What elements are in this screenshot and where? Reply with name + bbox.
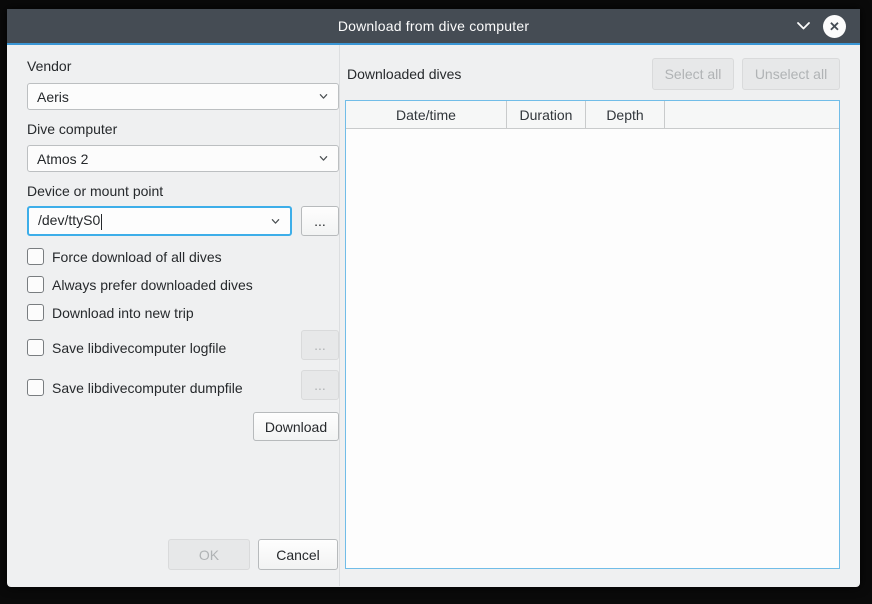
chevron-down-icon xyxy=(319,92,328,101)
titlebar: Download from dive computer ✕ xyxy=(7,9,860,43)
column-header-depth[interactable]: Depth xyxy=(586,101,665,128)
column-header-duration[interactable]: Duration xyxy=(507,101,586,128)
close-icon: ✕ xyxy=(829,20,840,33)
vendor-label: Vendor xyxy=(27,58,71,74)
checkbox-label[interactable]: Download into new trip xyxy=(52,305,194,321)
cancel-button[interactable]: Cancel xyxy=(258,539,338,570)
dive-computer-dropdown[interactable]: Atmos 2 xyxy=(27,145,339,172)
device-label: Device or mount point xyxy=(27,183,163,199)
chevron-down-icon xyxy=(319,154,328,163)
prefer-downloaded-checkbox[interactable]: Always prefer downloaded dives xyxy=(27,276,253,293)
titlebar-accent-line xyxy=(7,43,860,45)
logfile-browse-button[interactable]: ... xyxy=(301,330,339,360)
new-trip-checkbox[interactable]: Download into new trip xyxy=(27,304,194,321)
force-download-checkbox[interactable]: Force download of all dives xyxy=(27,248,222,265)
device-browse-button[interactable]: ... xyxy=(301,206,339,236)
select-all-button[interactable]: Select all xyxy=(652,58,734,90)
dive-computer-value: Atmos 2 xyxy=(37,151,319,167)
checkbox-box[interactable] xyxy=(27,304,44,321)
downloaded-dives-table: Date/time Duration Depth xyxy=(345,100,840,569)
device-value: /dev/ttyS0 xyxy=(38,212,100,228)
column-header-empty[interactable] xyxy=(665,101,839,128)
close-button[interactable]: ✕ xyxy=(823,15,846,38)
checkbox-label[interactable]: Save libdivecomputer logfile xyxy=(52,340,226,356)
chevron-down-icon xyxy=(796,21,811,31)
device-combobox[interactable]: /dev/ttyS0 xyxy=(27,206,292,236)
dive-computer-label: Dive computer xyxy=(27,121,117,137)
checkbox-box[interactable] xyxy=(27,339,44,356)
download-button[interactable]: Download xyxy=(253,412,339,441)
download-dialog: Download from dive computer ✕ Vendor Aer… xyxy=(7,9,860,587)
window-shade-button[interactable] xyxy=(795,20,811,32)
dumpfile-browse-button[interactable]: ... xyxy=(301,370,339,400)
ok-button[interactable]: OK xyxy=(168,539,250,570)
chevron-down-icon xyxy=(271,217,280,226)
table-header-row: Date/time Duration Depth xyxy=(346,101,839,129)
save-dumpfile-checkbox[interactable]: Save libdivecomputer dumpfile xyxy=(27,379,243,396)
vendor-dropdown[interactable]: Aeris xyxy=(27,83,339,110)
save-logfile-checkbox[interactable]: Save libdivecomputer logfile xyxy=(27,339,226,356)
downloaded-dives-label: Downloaded dives xyxy=(347,66,461,82)
checkbox-box[interactable] xyxy=(27,379,44,396)
window-title: Download from dive computer xyxy=(7,9,860,43)
checkbox-label[interactable]: Save libdivecomputer dumpfile xyxy=(52,380,243,396)
checkbox-label[interactable]: Always prefer downloaded dives xyxy=(52,277,253,293)
unselect-all-button[interactable]: Unselect all xyxy=(742,58,840,90)
table-body-empty xyxy=(346,129,839,568)
vendor-value: Aeris xyxy=(37,89,319,105)
checkbox-label[interactable]: Force download of all dives xyxy=(52,249,222,265)
text-cursor xyxy=(101,214,102,230)
checkbox-box[interactable] xyxy=(27,248,44,265)
panel-splitter[interactable] xyxy=(339,45,340,586)
checkbox-box[interactable] xyxy=(27,276,44,293)
column-header-date-time[interactable]: Date/time xyxy=(346,101,507,128)
